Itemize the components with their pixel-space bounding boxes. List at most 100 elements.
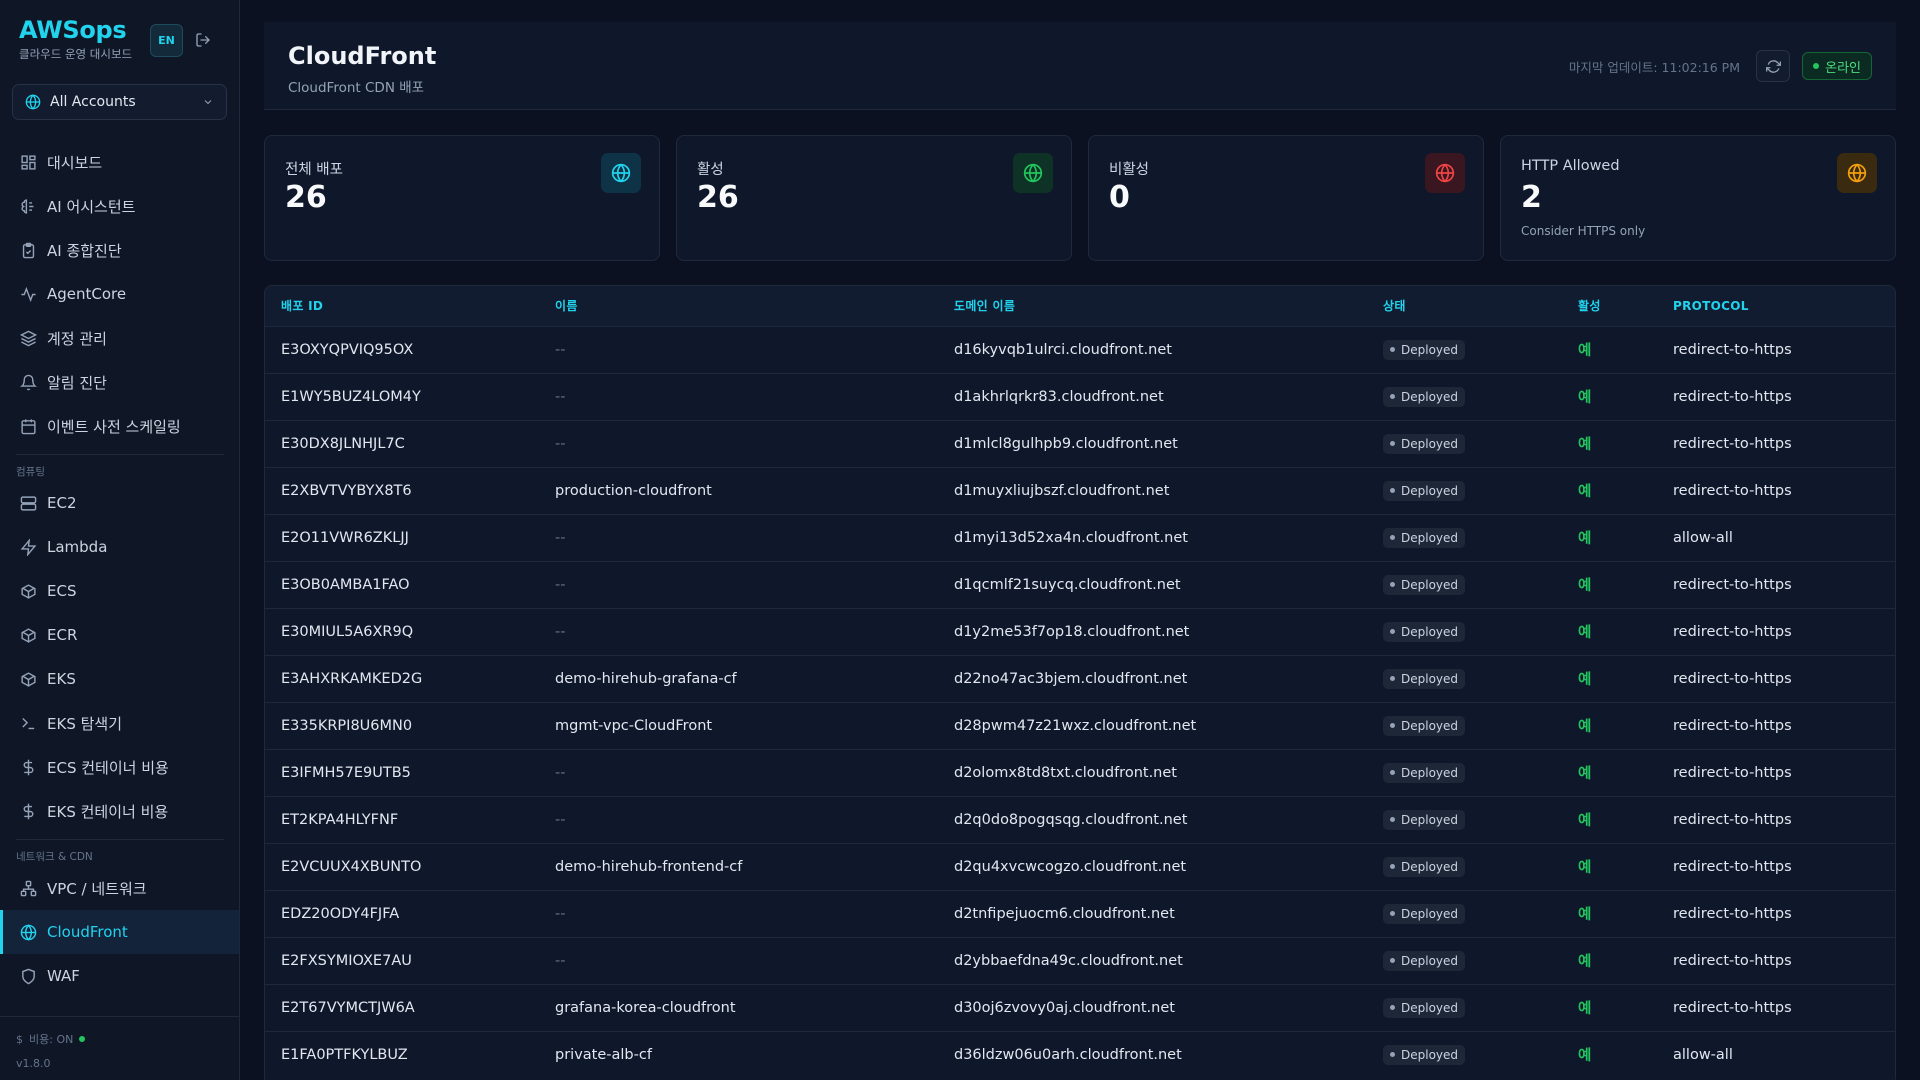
sidebar-item-event-scaling[interactable]: 이벤트 사전 스케일링 — [0, 404, 239, 448]
table-row[interactable]: EDZ20ODY4FJFA -- d2tnfipejuocm6.cloudfront… — [265, 890, 1895, 937]
cell-protocol: redirect-to-https — [1673, 670, 1792, 687]
table-row[interactable]: E2O11VWR6ZKLJJ -- d1myi13d52xa4n.cloudfron… — [265, 514, 1895, 561]
table-row[interactable]: E1FA0PTFKYLBUZ private-alb-cf d36ldzw06u0a… — [265, 1031, 1895, 1078]
sidebar: AWSops 클라우드 운영 대시보드 EN All Accounts 대시보드… — [0, 0, 240, 1080]
cell-protocol: redirect-to-https — [1673, 576, 1792, 593]
status-badge: Deployed — [1383, 715, 1466, 736]
sidebar-item-waf[interactable]: WAF — [0, 954, 239, 998]
sidebar-item-ai-assistant[interactable]: AI 어시스턴트 — [0, 184, 239, 228]
sidebar-item-ecs-cost[interactable]: ECS 컨테이너 비용 — [0, 745, 239, 789]
sidebar-item-alert-diagnosis[interactable]: 알림 진단 — [0, 360, 239, 404]
brand-title: AWSops — [19, 16, 127, 44]
logout-icon[interactable] — [193, 30, 213, 50]
sidebar-item-eks[interactable]: EKS — [0, 657, 239, 701]
cell-distribution-id: E2FXSYMIOXE7AU — [281, 952, 412, 969]
status-badge: Deployed — [1383, 480, 1466, 501]
page-title: CloudFront — [288, 42, 437, 70]
table-row[interactable]: E2FXSYMIOXE7AU -- d2ybbaefdna49c.cloudfron… — [265, 937, 1895, 984]
sidebar-item-agentcore[interactable]: AgentCore — [0, 272, 239, 316]
grid-icon — [19, 153, 37, 171]
cell-distribution-id: EDZ20ODY4FJFA — [281, 905, 400, 922]
column-header-protocol[interactable]: PROTOCOL — [1657, 286, 1895, 326]
table-row[interactable]: E3AHXRKAMKED2G demo-hirehub-grafana-cf d22… — [265, 655, 1895, 702]
cell-domain: d1qcmlf21suycq.cloudfront.net — [954, 576, 1181, 593]
table-row[interactable]: E2T67VYMCTJW6A grafana-korea-cloudfront d3… — [265, 984, 1895, 1031]
table-row[interactable]: E1WY5BUZ4LOM4Y -- d1akhrlqrkr83.cloudfront… — [265, 373, 1895, 420]
status-label: Deployed — [1401, 389, 1459, 404]
status-dot — [1390, 676, 1395, 681]
cell-domain: d16kyvqb1ulrci.cloudfront.net — [954, 341, 1172, 358]
brain-icon — [19, 197, 37, 215]
cell-enabled: 예 — [1578, 484, 1592, 500]
cell-distribution-id: E3OB0AMBA1FAO — [281, 576, 410, 593]
stat-label: 비활성 — [1109, 162, 1150, 178]
cell-status: Deployed — [1367, 1031, 1562, 1078]
cell-domain: d1mlcl8gulhpb9.cloudfront.net — [954, 435, 1178, 452]
sidebar-item-label: WAF — [47, 967, 80, 985]
sidebar-item-vpc[interactable]: VPC / 네트워크 — [0, 866, 239, 910]
status-label: Deployed — [1401, 859, 1459, 874]
cell-status: Deployed — [1367, 655, 1562, 702]
table-row[interactable]: E335KRPI8U6MN0 mgmt-vpc-CloudFront d28pwm4… — [265, 702, 1895, 749]
globe-icon — [1425, 153, 1465, 193]
globe-icon — [601, 153, 641, 193]
server-icon — [19, 494, 37, 512]
cell-status: Deployed — [1367, 326, 1562, 373]
clipboard-check-icon — [19, 241, 37, 259]
sidebar-item-ecs[interactable]: ECS — [0, 569, 239, 613]
status-label: Deployed — [1401, 624, 1459, 639]
app-version: v1.8.0 — [16, 1057, 51, 1070]
refresh-button[interactable] — [1756, 50, 1790, 82]
sidebar-item-label: EC2 — [47, 494, 77, 512]
page-subtitle: CloudFront CDN 배포 — [288, 80, 425, 96]
brand[interactable]: AWSops 클라우드 운영 대시보드 — [19, 16, 132, 62]
sidebar-item-accounts[interactable]: 계정 관리 — [0, 316, 239, 360]
cell-name: -- — [555, 388, 566, 405]
column-header-distribution-id[interactable]: 배포 ID — [265, 286, 539, 326]
cell-name: -- — [555, 811, 566, 828]
table-row[interactable]: ET2KPA4HLYFNF -- d2q0do8pogqsqg.cloudfront… — [265, 796, 1895, 843]
status-dot — [1390, 629, 1395, 634]
column-header-name[interactable]: 이름 — [539, 286, 938, 326]
cell-status: Deployed — [1367, 749, 1562, 796]
cell-domain: d2ybbaefdna49c.cloudfront.net — [954, 952, 1183, 969]
column-header-enabled[interactable]: 활성 — [1562, 286, 1657, 326]
cell-distribution-id: E335KRPI8U6MN0 — [281, 717, 413, 734]
sidebar-item-lambda[interactable]: Lambda — [0, 525, 239, 569]
sidebar-item-dashboard[interactable]: 대시보드 — [0, 140, 239, 184]
status-label: Deployed — [1401, 436, 1459, 451]
column-header-status[interactable]: 상태 — [1367, 286, 1562, 326]
table-row[interactable]: E3OB0AMBA1FAO -- d1qcmlf21suycq.cloudfront… — [265, 561, 1895, 608]
cell-status: Deployed — [1367, 984, 1562, 1031]
status-dot — [1390, 1052, 1395, 1058]
terminal-icon — [19, 714, 37, 732]
account-select[interactable]: All Accounts — [12, 84, 227, 120]
sidebar-item-label: 대시보드 — [47, 153, 103, 172]
status-badge: Deployed — [1383, 433, 1466, 454]
cell-enabled: 예 — [1578, 437, 1592, 453]
sidebar-item-cloudfront[interactable]: CloudFront — [0, 910, 239, 954]
table-row[interactable]: E2XBVTVYBYX8T6 production-cloudfront d1muy… — [265, 467, 1895, 514]
cell-domain: d36ldzw06u0arh.cloudfront.net — [954, 1046, 1182, 1063]
table-row[interactable]: E3OXYQPVIQ95OX -- d16kyvqb1ulrci.cloudfron… — [265, 326, 1895, 373]
cell-distribution-id: E30DX8JLNHJL7C — [281, 435, 405, 452]
status-dot — [1390, 535, 1395, 540]
sidebar-item-eks-cost[interactable]: EKS 컨테이너 비용 — [0, 789, 239, 833]
table-row[interactable]: E30MIUL5A6XR9Q -- d1y2me53f7op18.cloudfron… — [265, 608, 1895, 655]
status-label: Deployed — [1401, 530, 1459, 545]
sidebar-item-ec2[interactable]: EC2 — [0, 481, 239, 525]
refresh-icon — [1765, 59, 1781, 74]
table-row[interactable]: E30DX8JLNHJL7C -- d1mlcl8gulhpb9.cloudfron… — [265, 420, 1895, 467]
status-dot — [1390, 723, 1395, 728]
cell-enabled: 예 — [1578, 907, 1592, 923]
sidebar-item-ai-diagnosis[interactable]: AI 종합진단 — [0, 228, 239, 272]
cell-enabled: 예 — [1578, 766, 1592, 782]
table-row[interactable]: E3IFMH57E9UTB5 -- d2olomx8td8txt.cloudfron… — [265, 749, 1895, 796]
cell-protocol: redirect-to-https — [1673, 388, 1792, 405]
sidebar-item-eks-explorer[interactable]: EKS 탐색기 — [0, 701, 239, 745]
language-toggle-button[interactable]: EN — [150, 24, 183, 57]
cell-status: Deployed — [1367, 702, 1562, 749]
sidebar-item-ecr[interactable]: ECR — [0, 613, 239, 657]
column-header-domain[interactable]: 도메인 이름 — [938, 286, 1367, 326]
table-row[interactable]: E2VCUUX4XBUNTO demo-hirehub-frontend-cf d2… — [265, 843, 1895, 890]
